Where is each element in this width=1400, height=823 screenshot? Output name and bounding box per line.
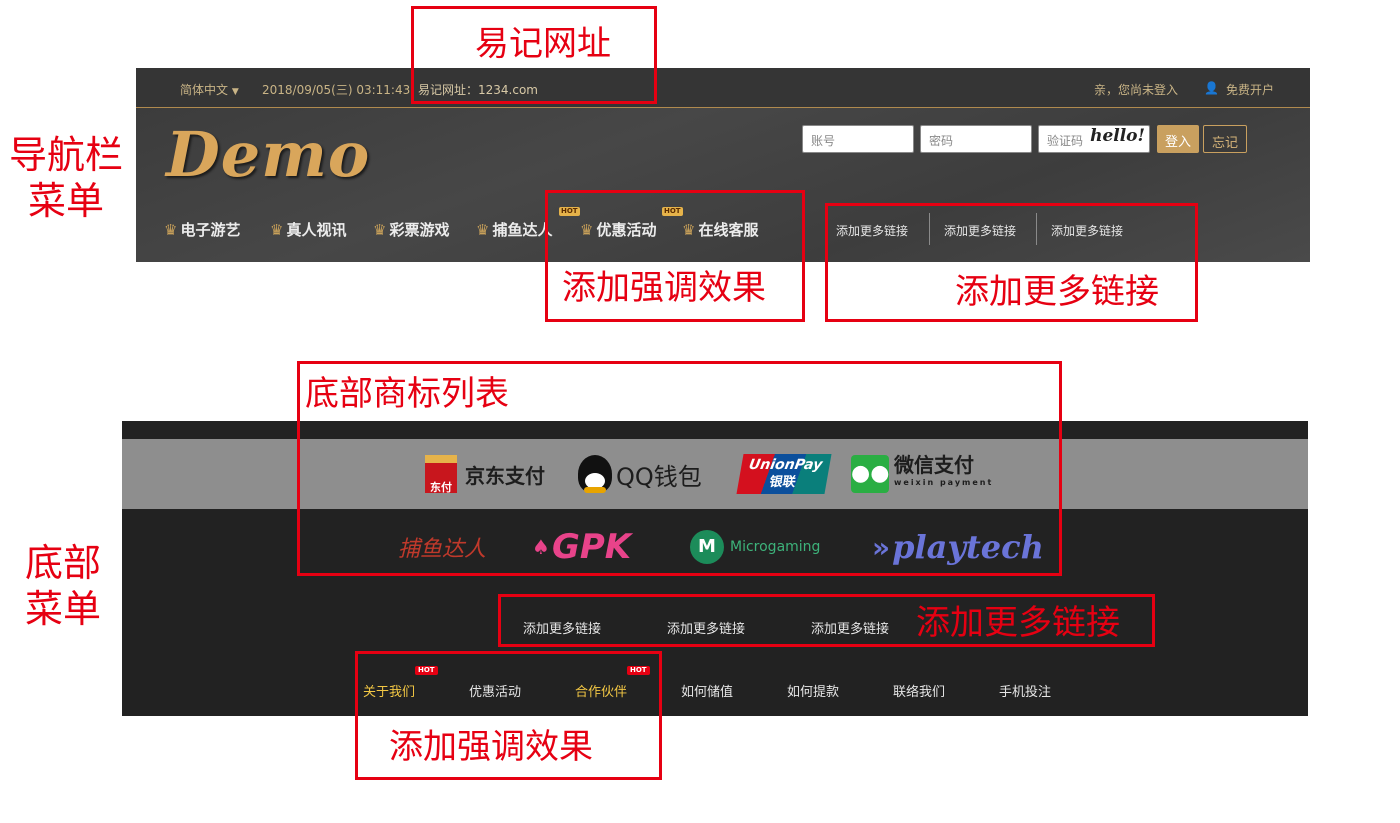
language-select[interactable]: 简体中文 ▼: [180, 81, 239, 98]
forgot-button[interactable]: 忘记: [1203, 125, 1247, 153]
password-input[interactable]: 密码: [920, 125, 1032, 153]
footer-link-mobile[interactable]: 手机投注: [999, 681, 1051, 700]
captcha-label: 验证码: [1047, 134, 1084, 148]
annotation-emphasis: 添加强调效果: [562, 268, 766, 308]
captcha-image[interactable]: hello!: [1090, 126, 1145, 146]
nav-item-fishing[interactable]: ♛ 捕鱼达人: [476, 219, 552, 240]
nav-item-electronic[interactable]: ♛ 电子游艺: [164, 219, 240, 240]
caret-down-icon: ▼: [231, 87, 239, 97]
crown-icon: ♛: [270, 221, 284, 239]
crown-icon: ♛: [476, 221, 490, 239]
user-icon: 👤: [1204, 81, 1219, 95]
annotation-more-links: 添加更多链接: [955, 272, 1159, 312]
footer-link-deposit[interactable]: 如何储值: [681, 681, 733, 700]
captcha-input[interactable]: 验证码 hello!: [1038, 125, 1150, 153]
crown-icon: ♛: [164, 221, 178, 239]
footer-link-withdraw[interactable]: 如何提款: [787, 681, 839, 700]
login-button[interactable]: 登入: [1157, 125, 1199, 153]
nav-item-live[interactable]: ♛ 真人视讯: [270, 219, 346, 240]
annotation-easy-url: 易记网址: [475, 24, 611, 64]
login-status: 亲，您尚未登入: [1094, 83, 1179, 97]
annotation-footer-menu: 底部 菜单: [24, 541, 101, 631]
annotation-nav-menu: 导航栏 菜单: [8, 133, 123, 223]
nav-item-lottery[interactable]: ♛ 彩票游戏: [373, 219, 449, 240]
account-input[interactable]: 账号: [802, 125, 914, 153]
datetime: 2018/09/05(三) 03:11:43: [262, 83, 411, 97]
top-info-bar: 简体中文 ▼ 2018/09/05(三) 03:11:43 易记网址：1234.…: [136, 68, 1310, 108]
site-logo[interactable]: Demo: [166, 118, 370, 191]
crown-icon: ♛: [373, 221, 387, 239]
annotation-footer-more-links: 添加更多链接: [916, 603, 1120, 643]
register-link[interactable]: 免费开户: [1226, 81, 1274, 98]
annotation-footer-logos: 底部商标列表: [305, 374, 509, 414]
footer-link-contact[interactable]: 联络我们: [893, 681, 945, 700]
annotation-footer-emphasis: 添加强调效果: [389, 727, 593, 767]
